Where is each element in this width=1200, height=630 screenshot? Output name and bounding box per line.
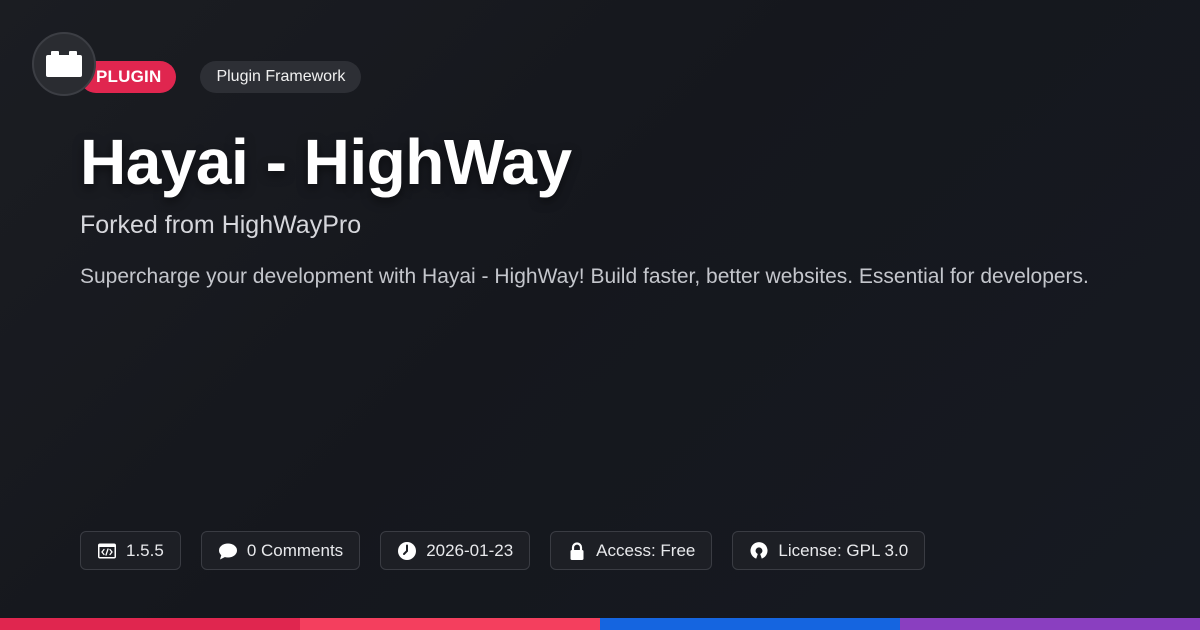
code-window-icon	[98, 543, 116, 558]
date-text: 2026-01-23	[426, 540, 514, 560]
tag-row: PLUGIN Plugin Framework	[80, 61, 362, 93]
lock-icon	[570, 541, 584, 560]
license-text: License: GPL 3.0	[778, 540, 909, 560]
version-chip: 1.5.5	[80, 531, 181, 570]
bottom-color-bar	[0, 618, 1200, 630]
meta-row: 1.5.5 0 Comments 2026-01-23 Access: Free…	[80, 531, 926, 570]
color-segment-4	[900, 618, 1200, 630]
plugin-description: Supercharge your development with Hayai …	[80, 265, 1089, 288]
access-chip: Access: Free	[550, 531, 713, 570]
comment-icon	[218, 543, 237, 559]
comments-text: 0 Comments	[246, 540, 344, 560]
forked-from-subtitle: Forked from HighWayPro	[80, 211, 362, 239]
color-segment-3	[600, 618, 900, 630]
license-chip: License: GPL 3.0	[732, 531, 926, 570]
category-tag[interactable]: Plugin Framework	[200, 61, 362, 93]
plugin-brick-icon	[46, 51, 82, 77]
clock-icon	[398, 541, 417, 560]
page-title: Hayai - HighWay	[80, 126, 572, 198]
access-text: Access: Free	[596, 540, 696, 560]
comments-chip[interactable]: 0 Comments	[200, 531, 361, 570]
color-segment-2	[300, 618, 600, 630]
color-segment-1	[0, 618, 300, 630]
date-chip: 2026-01-23	[380, 531, 531, 570]
version-text: 1.5.5	[126, 540, 164, 560]
plugin-logo	[32, 32, 96, 96]
open-source-icon	[750, 541, 768, 559]
